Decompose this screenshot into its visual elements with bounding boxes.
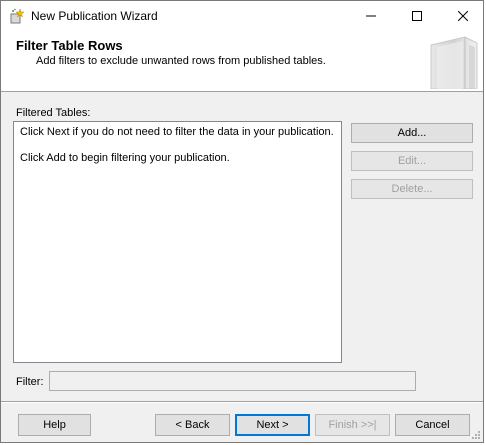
close-icon: [458, 11, 468, 21]
page-subtitle: Add filters to exclude unwanted rows fro…: [36, 55, 326, 67]
title-bar[interactable]: New Publication Wizard: [1, 1, 483, 31]
maximize-icon: [412, 11, 422, 21]
wizard-app-icon: [9, 8, 25, 24]
maximize-button[interactable]: [394, 1, 440, 31]
cancel-button[interactable]: Cancel: [395, 414, 470, 436]
help-button[interactable]: Help: [18, 414, 91, 436]
book-graphic: [430, 36, 478, 89]
resize-grip-icon[interactable]: [469, 428, 481, 440]
filtered-tables-label: Filtered Tables:: [16, 107, 91, 119]
window-title: New Publication Wizard: [31, 9, 158, 23]
list-item: Click Add to begin filtering your public…: [20, 152, 230, 164]
footer-divider: [1, 401, 483, 403]
minimize-button[interactable]: [348, 1, 394, 31]
filter-label: Filter:: [16, 376, 44, 388]
filtered-tables-list[interactable]: Click Next if you do not need to filter …: [13, 121, 342, 363]
header-banner: Filter Table Rows Add filters to exclude…: [1, 31, 483, 92]
list-item: Click Next if you do not need to filter …: [20, 126, 334, 138]
minimize-icon: [366, 15, 376, 17]
back-button[interactable]: < Back: [155, 414, 230, 436]
add-button[interactable]: Add...: [351, 123, 473, 143]
close-button[interactable]: [440, 1, 486, 31]
edit-button[interactable]: Edit...: [351, 151, 473, 171]
finish-button[interactable]: Finish >>|: [315, 414, 390, 436]
next-button[interactable]: Next >: [235, 414, 310, 436]
filter-field[interactable]: [49, 371, 416, 391]
page-title: Filter Table Rows: [16, 38, 123, 53]
delete-button[interactable]: Delete...: [351, 179, 473, 199]
wizard-window: New Publication Wizard Filter Table Rows…: [0, 0, 484, 443]
